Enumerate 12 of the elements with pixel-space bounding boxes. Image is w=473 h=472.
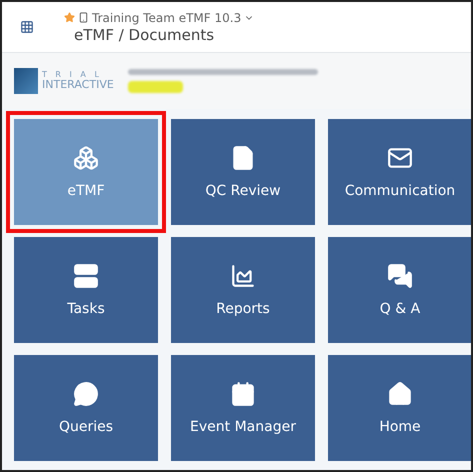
logo-text: INTERACTIVE [42,79,114,92]
breadcrumb: eTMF / Documents [73,26,216,44]
module-tile[interactable]: QC Review [171,119,315,225]
module-tile[interactable]: Q & A [328,237,471,343]
module-tile[interactable]: Reports [171,237,315,343]
module-tile[interactable]: Queries [14,355,158,461]
module-tile[interactable]: Event Manager [171,355,315,461]
module-tile[interactable]: Home [328,355,471,461]
study-name[interactable]: Training Team eTMF 10.3 [92,10,242,24]
module-tile[interactable]: Tasks [14,237,158,343]
logo-text: T R I A L [42,70,103,80]
module-tile[interactable]: Communication [328,119,471,225]
